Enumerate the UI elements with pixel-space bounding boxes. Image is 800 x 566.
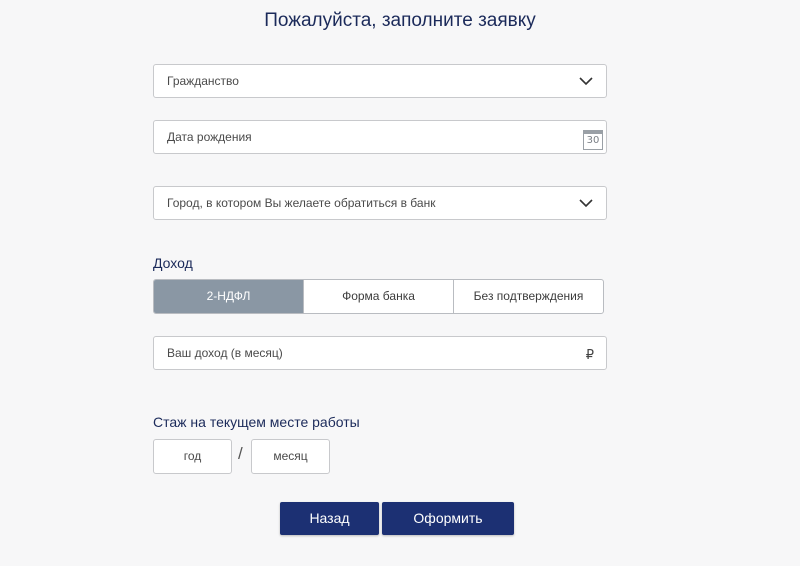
experience-years-input[interactable]: год [153, 439, 232, 474]
income-option-bank-form[interactable]: Форма банка [303, 280, 453, 313]
calendar-icon[interactable]: 30 [583, 130, 603, 150]
monthly-income-placeholder: Ваш доход (в месяц) [167, 346, 283, 360]
city-placeholder: Город, в котором Вы желаете обратиться в… [167, 196, 436, 210]
page-title: Пожалуйста, заполните заявку [264, 10, 536, 31]
chevron-down-icon [579, 199, 593, 208]
income-label: Доход [153, 255, 193, 271]
ruble-icon: ₽ [585, 347, 594, 362]
experience-separator: / [238, 444, 243, 463]
income-option-2ndfl[interactable]: 2-НДФЛ [154, 280, 303, 313]
birth-date-placeholder: Дата рождения [167, 130, 252, 144]
citizenship-select[interactable]: Гражданство [153, 64, 607, 98]
back-button[interactable]: Назад [280, 502, 379, 535]
citizenship-placeholder: Гражданство [167, 74, 239, 88]
monthly-income-field[interactable]: Ваш доход (в месяц) ₽ [153, 336, 607, 370]
experience-label: Стаж на текущем месте работы [153, 414, 360, 430]
city-select[interactable]: Город, в котором Вы желаете обратиться в… [153, 186, 607, 220]
chevron-down-icon [579, 77, 593, 86]
experience-months-input[interactable]: месяц [251, 439, 330, 474]
income-proof-selector: 2-НДФЛ Форма банка Без подтверждения [153, 279, 604, 314]
birth-date-field[interactable]: Дата рождения 30 [153, 120, 607, 154]
income-option-no-proof[interactable]: Без подтверждения [453, 280, 603, 313]
submit-button[interactable]: Оформить [382, 502, 514, 535]
